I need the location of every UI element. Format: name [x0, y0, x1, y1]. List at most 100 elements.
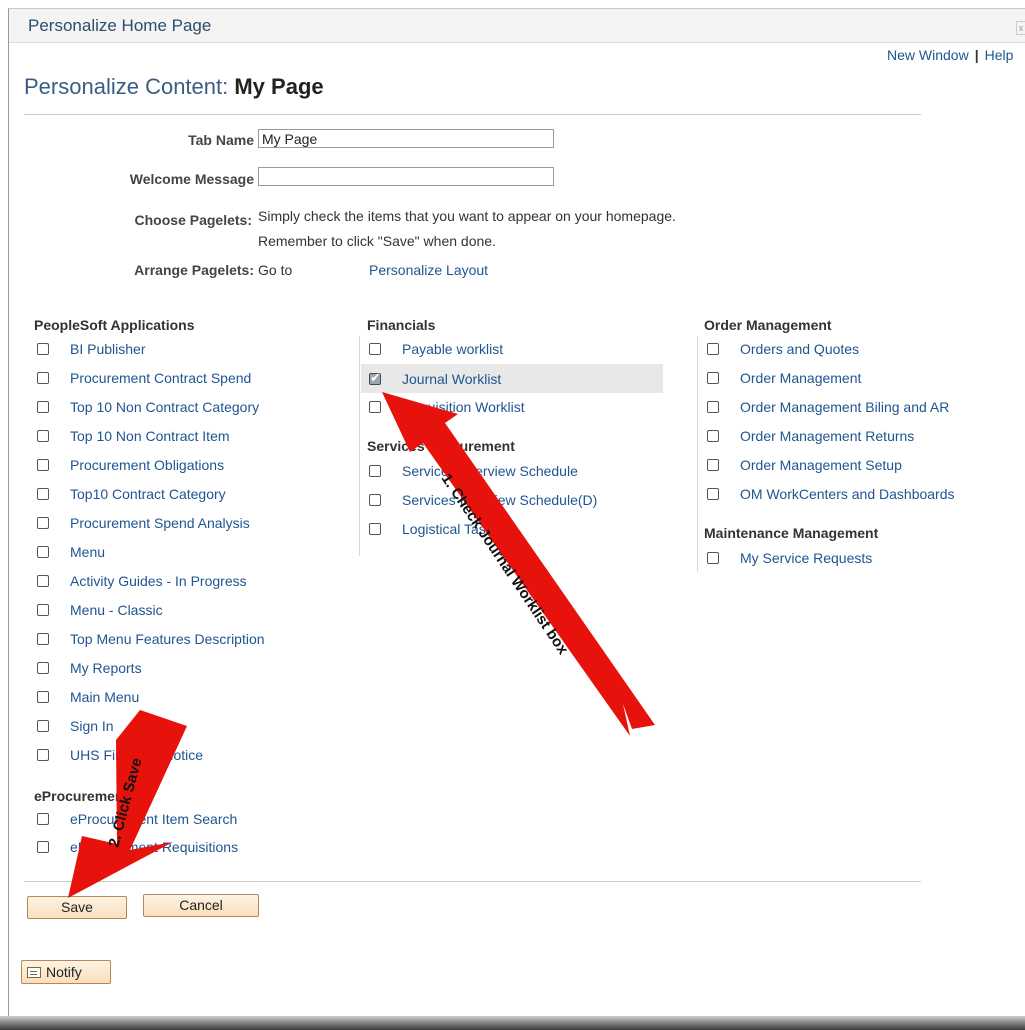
pagelet-checkbox[interactable] [37, 720, 49, 732]
pagelet-item[interactable]: eProcurement Requisitions [37, 834, 357, 860]
pagelet-item[interactable]: eProcurement Item Search [37, 806, 357, 832]
personalize-layout-link[interactable]: Personalize Layout [369, 262, 488, 278]
pagelet-checkbox[interactable] [37, 343, 49, 355]
pagelet-item[interactable]: Order Management Biling and AR [707, 394, 1017, 420]
pagelet-label[interactable]: Payable worklist [402, 341, 503, 357]
pagelet-label[interactable]: eProcurement Item Search [70, 811, 237, 827]
pagelet-item[interactable]: Logistical Tasks [361, 516, 661, 542]
pagelet-item[interactable]: Sign In [37, 713, 357, 739]
pagelet-label[interactable]: My Service Requests [740, 550, 872, 566]
new-window-link[interactable]: New Window [887, 47, 969, 63]
pagelet-checkbox[interactable] [369, 494, 381, 506]
pagelet-checkbox[interactable] [37, 749, 49, 761]
pagelet-item[interactable]: Top Menu Features Description [37, 626, 357, 652]
pagelet-checkbox[interactable] [37, 488, 49, 500]
pagelet-item[interactable]: Top 10 Non Contract Category [37, 394, 357, 420]
pagelet-checkbox[interactable] [707, 372, 719, 384]
pagelet-item[interactable]: Requisition Worklist [361, 394, 661, 420]
pagelet-item[interactable]: Services Interview Schedule(D) [361, 487, 661, 513]
pagelet-checkbox[interactable] [369, 401, 381, 413]
pagelet-label[interactable]: Top 10 Non Contract Category [70, 399, 259, 415]
pagelet-item[interactable]: Main Menu [37, 684, 357, 710]
pagelet-item[interactable]: Top 10 Non Contract Item [37, 423, 357, 449]
pagelet-checkbox[interactable] [37, 841, 49, 853]
pagelet-item[interactable]: OM WorkCenters and Dashboards [707, 481, 1017, 507]
pagelet-label[interactable]: Procurement Contract Spend [70, 370, 251, 386]
pagelet-item[interactable]: BI Publisher [37, 336, 357, 362]
pagelet-label[interactable]: Main Menu [70, 689, 139, 705]
pagelet-label[interactable]: UHS Financial Notice [70, 747, 203, 763]
pagelet-checkbox[interactable] [707, 430, 719, 442]
pagelet-item[interactable]: My Reports [37, 655, 357, 681]
pagelet-label[interactable]: Top 10 Non Contract Item [70, 428, 230, 444]
pagelet-label[interactable]: Journal Worklist [402, 371, 501, 387]
help-link[interactable]: Help [985, 47, 1014, 63]
pagelet-checkbox[interactable] [37, 401, 49, 413]
pagelet-item[interactable]: Procurement Contract Spend [37, 365, 357, 391]
pagelet-label[interactable]: Requisition Worklist [402, 399, 525, 415]
pagelet-checkbox[interactable] [707, 343, 719, 355]
pagelet-checkbox[interactable] [707, 552, 719, 564]
pagelet-checkbox-checked[interactable] [369, 370, 381, 386]
pagelet-label[interactable]: My Reports [70, 660, 142, 676]
pagelet-checkbox[interactable] [37, 691, 49, 703]
notify-button[interactable]: Notify [21, 960, 111, 984]
pagelet-checkbox[interactable] [37, 430, 49, 442]
pagelet-checkbox[interactable] [37, 372, 49, 384]
pagelet-item[interactable]: Procurement Obligations [37, 452, 357, 478]
pagelet-label[interactable]: Menu - Classic [70, 602, 163, 618]
pagelet-label[interactable]: Procurement Spend Analysis [70, 515, 250, 531]
pagelet-label[interactable]: Services Interview Schedule [402, 463, 578, 479]
pagelet-label[interactable]: Procurement Obligations [70, 457, 224, 473]
save-button[interactable]: Save [27, 896, 127, 919]
pagelet-checkbox[interactable] [37, 517, 49, 529]
pagelet-item[interactable]: Journal Worklist [361, 364, 663, 393]
pagelet-label[interactable]: Logistical Tasks [402, 521, 500, 537]
pagelet-label[interactable]: Order Management Returns [740, 428, 914, 444]
pagelet-item[interactable]: UHS Financial Notice [37, 742, 357, 768]
pagelet-checkbox[interactable] [707, 401, 719, 413]
close-icon[interactable]: x [1016, 21, 1025, 35]
pagelet-item[interactable]: Top10 Contract Category [37, 481, 357, 507]
pagelet-checkbox[interactable] [37, 575, 49, 587]
pagelet-label[interactable]: BI Publisher [70, 341, 145, 357]
pagelet-label[interactable]: Menu [70, 544, 105, 560]
tab-name-input[interactable] [258, 129, 554, 148]
pagelet-item[interactable]: Menu - Classic [37, 597, 357, 623]
pagelet-label[interactable]: Sign In [70, 718, 114, 734]
pagelet-label[interactable]: Orders and Quotes [740, 341, 859, 357]
pagelet-checkbox[interactable] [369, 523, 381, 535]
pagelet-checkbox[interactable] [37, 813, 49, 825]
welcome-message-input[interactable] [258, 167, 554, 186]
pagelet-item[interactable]: Procurement Spend Analysis [37, 510, 357, 536]
pagelet-label[interactable]: OM WorkCenters and Dashboards [740, 486, 955, 502]
pagelet-label[interactable]: Top10 Contract Category [70, 486, 226, 502]
pagelet-label[interactable]: Services Interview Schedule(D) [402, 492, 597, 508]
pagelet-item[interactable]: Payable worklist [361, 336, 661, 362]
pagelet-item[interactable]: Order Management Setup [707, 452, 1017, 478]
pagelet-label[interactable]: Order Management [740, 370, 861, 386]
pagelet-checkbox[interactable] [707, 459, 719, 471]
pagelet-checkbox[interactable] [37, 459, 49, 471]
pagelet-item[interactable]: Order Management [707, 365, 1017, 391]
pagelet-checkbox[interactable] [37, 662, 49, 674]
pagelet-checkbox[interactable] [37, 633, 49, 645]
pagelet-checkbox[interactable] [37, 546, 49, 558]
pagelet-label[interactable]: Order Management Biling and AR [740, 399, 949, 415]
pagelet-checkbox[interactable] [37, 604, 49, 616]
pagelet-label[interactable]: Order Management Setup [740, 457, 902, 473]
group-title-order-management: Order Management [704, 317, 832, 333]
pagelet-checkbox[interactable] [369, 465, 381, 477]
pagelet-item[interactable]: Activity Guides - In Progress [37, 568, 357, 594]
pagelet-item[interactable]: Services Interview Schedule [361, 458, 661, 484]
pagelet-item[interactable]: Orders and Quotes [707, 336, 1017, 362]
pagelet-label[interactable]: Activity Guides - In Progress [70, 573, 247, 589]
pagelet-checkbox[interactable] [707, 488, 719, 500]
cancel-button[interactable]: Cancel [143, 894, 259, 917]
pagelet-label[interactable]: Top Menu Features Description [70, 631, 265, 647]
pagelet-item[interactable]: Order Management Returns [707, 423, 1017, 449]
pagelet-checkbox[interactable] [369, 343, 381, 355]
pagelet-item[interactable]: Menu [37, 539, 357, 565]
pagelet-label[interactable]: eProcurement Requisitions [70, 839, 238, 855]
pagelet-item[interactable]: My Service Requests [707, 545, 1017, 571]
